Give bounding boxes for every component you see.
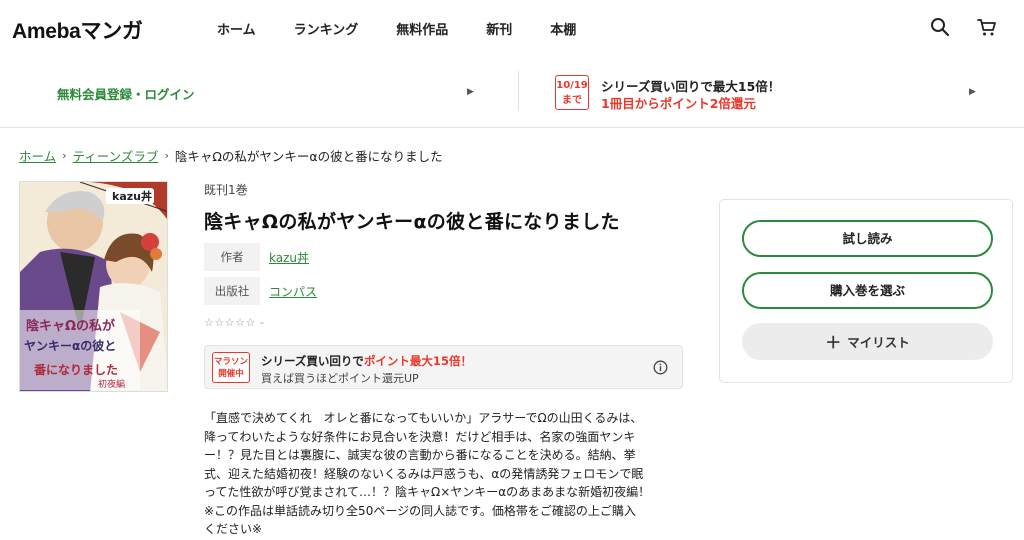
mylist-button[interactable]: ＋ マイリスト: [742, 323, 993, 360]
nav-free[interactable]: 無料作品: [396, 19, 448, 38]
promo-bar: 無料会員登録・ログイン ▶ 10/19 まで シリーズ買い回りで最大15倍！ 1…: [0, 63, 1024, 121]
promo-divider: [518, 71, 519, 111]
cover-illustration: 陰キャΩの私が ヤンキーαの彼と 番になりました kazu丼 初夜編: [20, 182, 167, 391]
cover-author: kazu丼: [112, 189, 152, 203]
marathon-badge-line2: 開催中: [218, 369, 244, 379]
cover-title-line3: 番になりました: [33, 362, 118, 377]
breadcrumb-home[interactable]: ホーム: [19, 146, 56, 165]
cover-title-line1: 陰キャΩの私が: [26, 318, 115, 334]
campaign-box: マラソン 開催中 シリーズ買い回りでポイント最大15倍！ 買えば買うほどポイント…: [204, 345, 683, 389]
divider: [0, 127, 1024, 128]
publisher-link[interactable]: コンパス: [269, 283, 317, 300]
nav-home[interactable]: ホーム: [217, 19, 256, 38]
mylist-label: マイリスト: [847, 335, 910, 350]
description-line: ってた性欲が呼び覚まされて…！？陰キャΩ×ヤンキーαのあまあまな新婚初夜編！: [204, 485, 651, 499]
author-link[interactable]: kazu丼: [269, 249, 309, 266]
chevron-right-icon: ›: [62, 149, 67, 162]
breadcrumb: ホーム › ティーンズラブ › 陰キャΩの私がヤンキーαの彼と番になりました: [19, 146, 443, 165]
book-cover[interactable]: 陰キャΩの私が ヤンキーαの彼と 番になりました kazu丼 初夜編: [19, 181, 168, 392]
author-row: 作者 kazu丼: [204, 243, 309, 271]
volume-count: 既刊1巻: [204, 183, 248, 197]
chevron-right-icon: ▶: [969, 87, 976, 97]
author-label: 作者: [204, 243, 260, 271]
marathon-badge-line1: マラソン: [213, 357, 248, 367]
trial-read-button[interactable]: 試し読み: [742, 220, 993, 257]
book-description: 「直感で決めてくれ オレと番になってもいいか」アラサーでΩの山田くるみは、 降っ…: [204, 409, 684, 539]
campaign-highlight: ポイント最大15倍！: [363, 354, 472, 368]
publisher-row: 出版社 コンパス: [204, 277, 317, 305]
badge-date: 10/19: [556, 80, 588, 91]
chevron-right-icon: ▶: [467, 87, 474, 97]
cart-icon[interactable]: [976, 16, 998, 38]
campaign-prefix: シリーズ買い回りで: [261, 354, 364, 368]
rating-value: -: [259, 316, 265, 329]
main-nav: ホーム ランキング 無料作品 新刊 本棚: [217, 19, 614, 38]
campaign-link[interactable]: 10/19 まで シリーズ買い回りで最大15倍！ 1冊目からポイント2倍還元 ▶: [520, 63, 1024, 121]
select-volume-button[interactable]: 購入巻を選ぶ: [742, 272, 993, 309]
badge-until: まで: [562, 95, 582, 106]
campaign-line1: シリーズ買い回りでポイント最大15倍！: [261, 353, 472, 369]
nav-bookshelf[interactable]: 本棚: [550, 19, 576, 38]
cover-title-line2: ヤンキーαの彼と: [24, 338, 116, 353]
publisher-label: 出版社: [204, 277, 260, 305]
cover-tag: 初夜編: [98, 378, 125, 390]
description-line: ※この作品は単話読み切り全50ページの同人誌です。価格帯をご確認の上ご購入: [204, 503, 636, 518]
description-line: 降ってわいたような好条件にお見合いを決意！だけど相手は、名家の強面ヤンキ: [204, 429, 636, 444]
star-rating-icon: ☆☆☆☆☆: [204, 316, 256, 329]
search-icon[interactable]: [929, 16, 951, 38]
signup-login-link[interactable]: 無料会員登録・ログイン ▶: [0, 63, 510, 121]
nav-new[interactable]: 新刊: [486, 19, 512, 38]
site-header: Amebaマンガ ホーム ランキング 無料作品 新刊 本棚: [0, 0, 1024, 56]
description-line: 式、迎えた結婚初夜！経験のないくるみは戸惑うも、αの発情誘発フェロモンで眠: [204, 466, 644, 481]
book-title: 陰キャΩの私がヤンキーαの彼と番になりました: [204, 211, 620, 233]
date-badge: 10/19 まで: [555, 75, 589, 110]
nav-ranking[interactable]: ランキング: [294, 19, 359, 38]
plus-icon: ＋: [825, 333, 842, 352]
description-line: 「直感で決めてくれ オレと番になってもいいか」アラサーでΩの山田くるみは、: [204, 411, 643, 425]
rating: ☆☆☆☆☆ -: [204, 316, 264, 329]
info-icon[interactable]: [653, 360, 668, 375]
breadcrumb-category[interactable]: ティーンズラブ: [73, 146, 159, 165]
book-info: 既刊1巻 陰キャΩの私がヤンキーαの彼と番になりました 作者 kazu丼 出版社…: [204, 181, 684, 536]
signup-login-label: 無料会員登録・ログイン: [57, 87, 195, 102]
marathon-badge: マラソン 開催中: [212, 352, 250, 383]
campaign-line2: 買えば買うほどポイント還元UP: [261, 372, 419, 385]
description-line: ー！？見た目とは裏腹に、誠実な彼の言動から番になることを決める。結納、挙: [204, 448, 636, 462]
breadcrumb-current: 陰キャΩの私がヤンキーαの彼と番になりました: [174, 149, 443, 164]
site-logo[interactable]: Amebaマンガ: [12, 15, 143, 45]
campaign-subtitle: 1冊目からポイント2倍還元: [601, 96, 756, 111]
purchase-panel: 試し読み 購入巻を選ぶ ＋ マイリスト: [719, 199, 1013, 383]
chevron-right-icon: ›: [164, 149, 169, 162]
description-line: ください※: [204, 522, 263, 536]
